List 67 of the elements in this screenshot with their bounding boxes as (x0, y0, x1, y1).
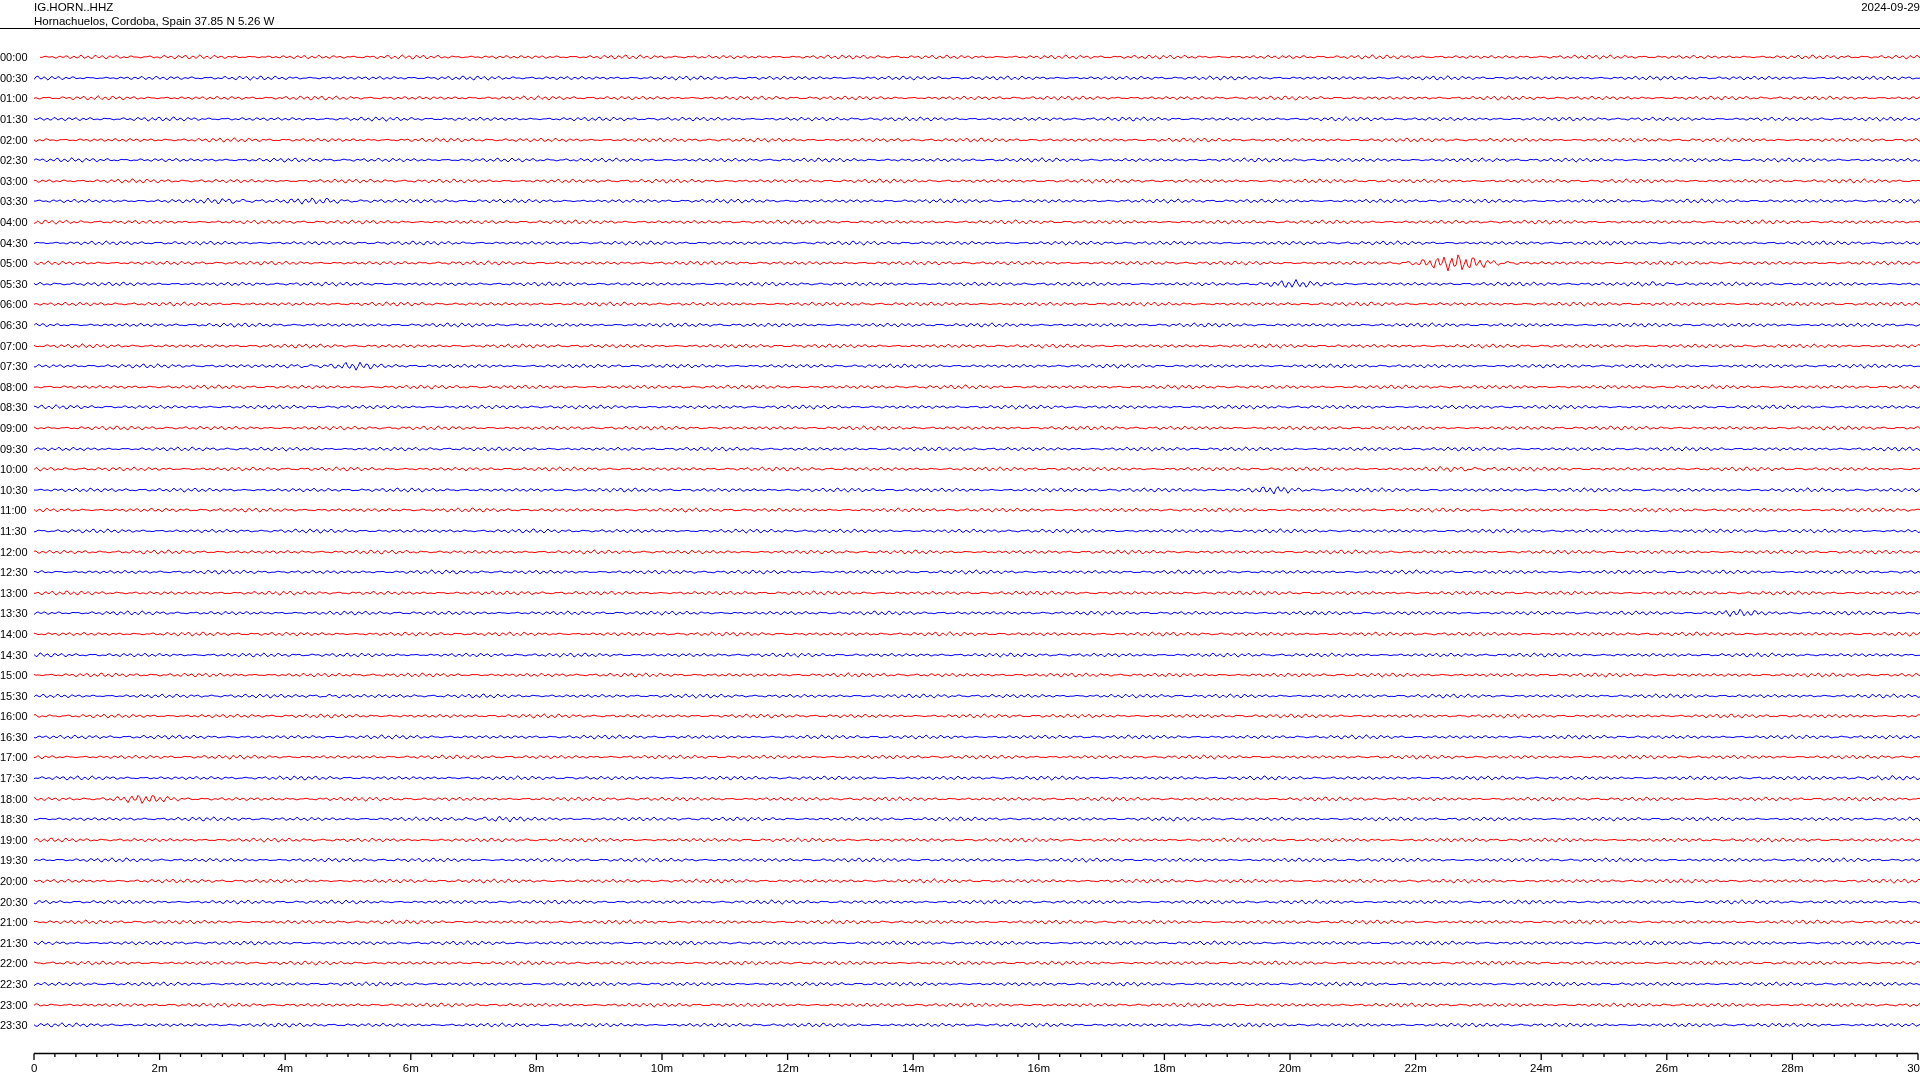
axis-label: 30 (1907, 1061, 1920, 1074)
time-label: 03:00 (0, 174, 29, 187)
time-label: 19:30 (0, 854, 29, 867)
time-label: 14:30 (0, 648, 29, 661)
axis-label: 6m (402, 1061, 419, 1074)
axis-label: 18m (1153, 1061, 1176, 1074)
axis-label: 12m (776, 1061, 799, 1074)
time-label: 20:00 (0, 875, 29, 888)
time-label: 18:00 (0, 792, 29, 805)
axis-label: 2m (151, 1061, 168, 1074)
time-label: 08:00 (0, 380, 29, 393)
time-label: 16:30 (0, 730, 29, 743)
time-label: 19:00 (0, 833, 29, 846)
axis-label: 26m (1655, 1061, 1678, 1074)
time-label: 12:30 (0, 566, 29, 579)
time-label: 17:00 (0, 751, 29, 764)
time-label: 23:30 (0, 1019, 29, 1032)
time-label: 08:30 (0, 401, 29, 414)
time-label: 03:30 (0, 195, 29, 208)
axis-label: 4m (277, 1061, 294, 1074)
axis-label: 10m (650, 1061, 674, 1074)
time-label: 04:30 (0, 236, 29, 249)
axis-label: 22m (1404, 1061, 1427, 1074)
station-code: IG.HORN..HHZ (34, 0, 115, 14)
time-label: 02:30 (0, 154, 29, 167)
time-label: 05:00 (0, 257, 29, 270)
time-label: 15:00 (0, 669, 29, 682)
axis-label: 24m (1530, 1061, 1553, 1074)
axis-label: 20m (1278, 1061, 1302, 1074)
time-label: 09:00 (0, 422, 29, 434)
time-label: 18:30 (0, 813, 29, 826)
axis-label: 28m (1781, 1061, 1804, 1074)
time-label: 11:00 (0, 504, 28, 517)
time-label: 14:00 (0, 627, 29, 640)
axis-label: 16m (1027, 1061, 1050, 1074)
time-label: 17:30 (0, 772, 29, 785)
time-label: 10:00 (0, 463, 29, 476)
axis-label: 14m (902, 1061, 925, 1074)
time-label: 12:00 (0, 545, 29, 558)
time-label: 06:00 (0, 298, 29, 311)
time-label: 04:00 (0, 216, 29, 229)
time-label: 07:00 (0, 339, 29, 352)
time-label: 15:30 (0, 689, 29, 702)
time-label: 02:00 (0, 133, 29, 146)
time-label: 13:30 (0, 607, 29, 620)
time-label: 16:00 (0, 710, 29, 723)
time-label: 00:00 (0, 51, 29, 64)
time-label: 09:30 (0, 442, 29, 455)
record-date: 2024-09-29 (1861, 0, 1920, 14)
time-label: 20:30 (0, 895, 29, 908)
time-label: 01:30 (0, 113, 29, 126)
time-label: 07:30 (0, 360, 29, 373)
time-label: 21:00 (0, 916, 29, 929)
time-label: 01:00 (0, 92, 29, 105)
time-label: 06:30 (0, 319, 29, 331)
time-label: 10:30 (0, 483, 29, 496)
time-label: 13:00 (0, 586, 29, 599)
time-label: 11:30 (0, 524, 28, 537)
time-label: 22:00 (0, 957, 29, 970)
axis-label: 8m (528, 1061, 545, 1074)
time-label: 21:30 (0, 936, 29, 949)
axis-label: 0 (31, 1061, 38, 1074)
time-label: 00:30 (0, 71, 29, 84)
time-label: 22:30 (0, 978, 29, 990)
station-location: Hornachuelos, Cordoba, Spain 37.85 N 5.26 W (34, 14, 275, 28)
time-label: 05:30 (0, 277, 29, 290)
time-label: 23:00 (0, 998, 29, 1011)
